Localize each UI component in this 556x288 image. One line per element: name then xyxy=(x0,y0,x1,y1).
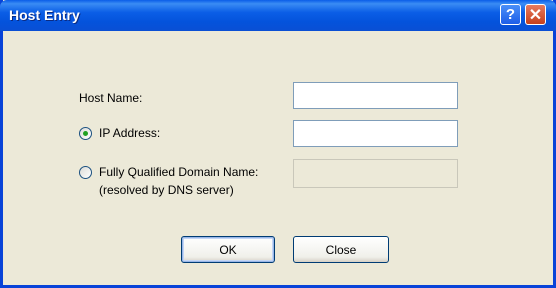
fqdn-label[interactable]: Fully Qualified Domain Name: xyxy=(99,165,258,179)
ip-address-radio[interactable] xyxy=(79,127,92,140)
close-icon[interactable]: ✕ xyxy=(525,4,546,25)
host-entry-dialog: Host Entry ? ✕ Host Name: IP Address: Fu… xyxy=(0,0,556,288)
help-icon[interactable]: ? xyxy=(500,4,521,25)
host-name-input[interactable] xyxy=(293,82,458,109)
fqdn-radio[interactable] xyxy=(79,166,92,179)
ok-button[interactable]: OK xyxy=(181,236,275,263)
ip-address-label[interactable]: IP Address: xyxy=(99,126,160,140)
ip-address-input[interactable] xyxy=(293,120,458,147)
window-title: Host Entry xyxy=(9,7,80,23)
close-button[interactable]: Close xyxy=(293,236,389,263)
radio-selected-dot xyxy=(83,131,88,136)
fqdn-input xyxy=(293,159,458,188)
title-bar[interactable]: Host Entry ? ✕ xyxy=(0,0,556,31)
host-name-label: Host Name: xyxy=(79,91,143,105)
fqdn-sublabel: (resolved by DNS server) xyxy=(99,183,234,197)
